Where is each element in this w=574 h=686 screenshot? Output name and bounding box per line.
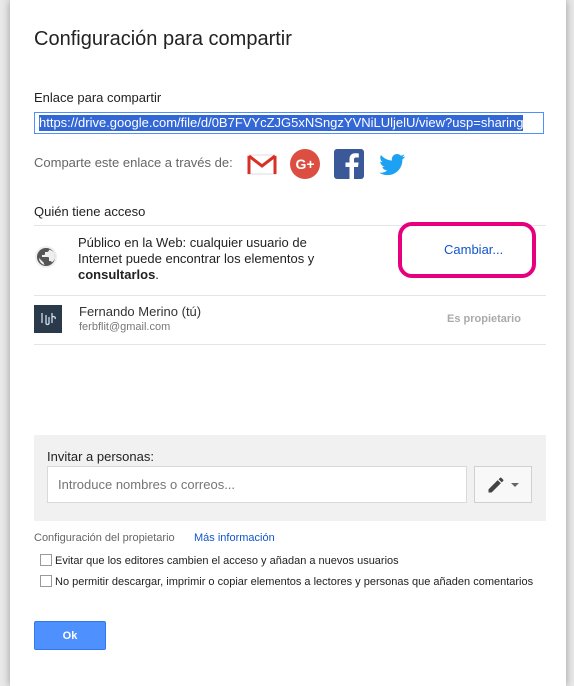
ok-button[interactable]: Ok — [34, 621, 106, 650]
share-via-label: Comparte este enlace a través de: — [34, 155, 233, 170]
avatar-logo-icon — [41, 313, 56, 326]
dialog-title: Configuración para compartir — [34, 28, 292, 50]
invite-panel: Invitar a personas: — [34, 435, 546, 521]
google-plus-icon[interactable]: G+ — [289, 148, 321, 180]
prevent-editors-label: Evitar que los editores cambien el acces… — [55, 555, 399, 567]
owner-email: ferbflit@gmail.com — [79, 321, 171, 333]
share-link-field[interactable]: https://drive.google.com/file/d/0B7FVYcZ… — [34, 112, 544, 134]
gmail-icon[interactable] — [246, 148, 278, 180]
divider — [34, 344, 546, 345]
facebook-icon[interactable] — [333, 148, 365, 180]
owner-role: Es propietario — [447, 313, 521, 325]
share-settings-dialog: Configuración para compartir Enlace para… — [10, 0, 566, 686]
share-link-url[interactable]: https://drive.google.com/file/d/0B7FVYcZ… — [39, 115, 524, 131]
twitter-icon[interactable] — [376, 148, 408, 180]
divider — [34, 295, 546, 296]
access-label: Quién tiene acceso — [34, 204, 146, 219]
share-link-label: Enlace para compartir — [34, 90, 162, 105]
owner-name: Fernando Merino (tú) — [79, 304, 202, 319]
invite-input[interactable] — [47, 466, 467, 503]
more-info-link[interactable]: Más información — [194, 532, 275, 544]
avatar — [34, 305, 62, 333]
annotation-highlight — [398, 222, 536, 278]
permission-dropdown-button[interactable] — [474, 466, 532, 503]
owner-settings-label: Configuración del propietario — [34, 532, 175, 544]
invite-label: Invitar a personas: — [47, 449, 154, 464]
disable-download-label: No permitir descargar, imprimir o copiar… — [55, 576, 534, 588]
globe-icon — [35, 246, 57, 268]
prevent-editors-checkbox[interactable] — [40, 554, 52, 566]
svg-text:G+: G+ — [295, 156, 314, 172]
chevron-down-icon — [511, 482, 519, 487]
pencil-icon — [488, 476, 504, 492]
public-access-description: Público en la Web: cualquier usuario de … — [78, 235, 315, 282]
